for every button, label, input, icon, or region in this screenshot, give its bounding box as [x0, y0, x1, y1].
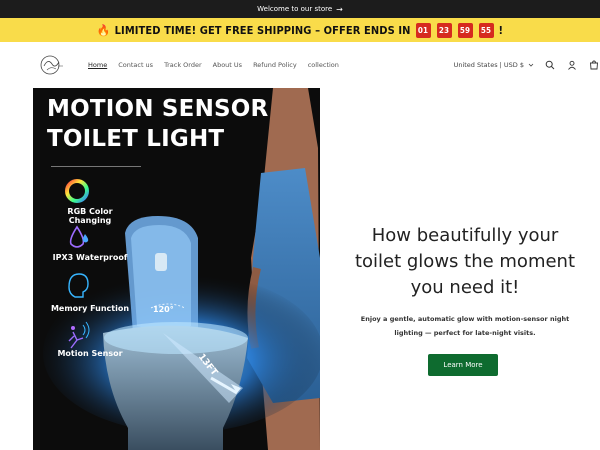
arrow-right-icon: →: [336, 4, 343, 14]
hero-headline: How beautifully your toilet glows the mo…: [354, 225, 576, 298]
promo-banner: 🔥 LIMITED TIME! GET FREE SHIPPING – OFFE…: [0, 18, 600, 42]
feature-memory: Memory Function: [45, 304, 135, 313]
nav-about[interactable]: About Us: [213, 61, 242, 69]
header-actions: United States | USD $: [454, 59, 600, 71]
feature-motion-label: Motion Sensor: [57, 349, 123, 358]
chevron-down-icon: [528, 63, 534, 67]
account-icon[interactable]: [566, 59, 578, 71]
countdown-seconds: 55: [478, 22, 494, 38]
feature-rgb-label: RGB Color Changing: [67, 207, 113, 225]
image-title: MOTION SENSOR TOILET LIGHT: [47, 96, 269, 152]
fire-icon: 🔥: [96, 23, 111, 37]
main-nav: Home Contact us Track Order About Us Ref…: [88, 61, 339, 69]
feature-memory-label: Memory Function: [50, 304, 130, 313]
hero-section: MOTION SENSOR TOILET LIGHT RGB Color Cha…: [0, 88, 600, 450]
nav-collection[interactable]: collection: [308, 61, 339, 69]
nav-refund[interactable]: Refund Policy: [253, 61, 297, 69]
countdown-hours: 23: [436, 22, 452, 38]
feature-rgb: RGB Color Changing: [45, 207, 135, 225]
feature-motion: Motion Sensor: [45, 349, 135, 358]
country-label: United States | USD $: [453, 61, 524, 69]
country-selector[interactable]: United States | USD $: [454, 61, 534, 69]
countdown-days: 01: [415, 22, 431, 38]
learn-more-button[interactable]: Learn More: [428, 354, 498, 376]
feature-waterproof: IPX3 Waterproof: [45, 253, 135, 262]
countdown-minutes: 59: [457, 22, 473, 38]
promo-text: LIMITED TIME! GET FREE SHIPPING – OFFER …: [114, 23, 411, 37]
cart-icon[interactable]: [588, 59, 600, 71]
store-logo[interactable]: [38, 52, 64, 78]
promo-end: !: [498, 23, 504, 37]
hero-text-block: How beautifully your toilet glows the mo…: [330, 88, 600, 450]
search-icon[interactable]: [544, 59, 556, 71]
announcement-bar[interactable]: Welcome to our store →: [0, 0, 600, 18]
hero-subtext: Enjoy a gentle, automatic glow with moti…: [360, 315, 570, 337]
nav-home[interactable]: Home: [88, 61, 107, 69]
nav-track-order[interactable]: Track Order: [164, 61, 202, 69]
hero-product-image: MOTION SENSOR TOILET LIGHT RGB Color Cha…: [33, 88, 320, 450]
nav-contact[interactable]: Contact us: [118, 61, 153, 69]
feature-waterproof-label: IPX3 Waterproof: [52, 253, 128, 262]
site-header: Home Contact us Track Order About Us Ref…: [0, 42, 600, 88]
announcement-text: Welcome to our store: [257, 5, 333, 13]
angle-label: 120°: [153, 305, 174, 314]
image-divider: [51, 166, 141, 167]
